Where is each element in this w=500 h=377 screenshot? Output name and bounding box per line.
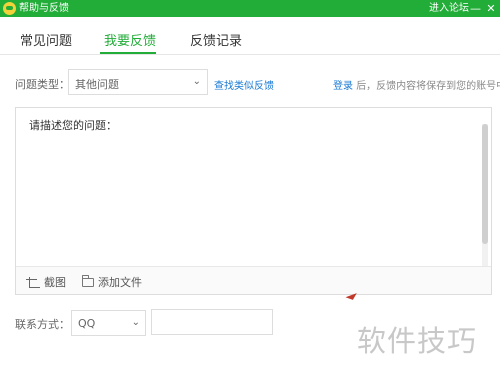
window-title: 帮助与反馈 (19, 3, 69, 14)
description-prompt: 请描述您的问题： (29, 119, 117, 132)
find-similar-link[interactable]: 查找类似反馈 (214, 77, 274, 92)
attachment-toolbar: 截图 添加文件 (16, 266, 491, 294)
contact-type-value: QQ (78, 317, 96, 330)
add-file-button[interactable]: 添加文件 (82, 274, 142, 290)
screenshot-button[interactable]: 截图 (26, 274, 66, 290)
contact-type-select[interactable]: QQ ⌄ (71, 310, 146, 336)
folder-icon (82, 275, 94, 287)
scrollbar-thumb[interactable] (482, 124, 488, 244)
active-tab-indicator (100, 52, 156, 54)
forum-link[interactable]: 进入论坛 (429, 1, 469, 16)
description-textarea[interactable]: 请描述您的问题： 截图 添加文件 (15, 107, 492, 295)
close-button[interactable]: ✕ (485, 1, 497, 16)
login-note: 登录 后，反馈内容将保存到您的账号中 (333, 77, 500, 92)
issue-type-select[interactable]: 其他问题 ⌄ (68, 69, 208, 95)
contact-input[interactable] (151, 309, 273, 335)
issue-type-label: 问题类型： (15, 78, 70, 91)
tab-bar: 常见问题 我要反馈 反馈记录 (0, 17, 500, 55)
minimize-button[interactable]: — (470, 1, 481, 16)
login-link[interactable]: 登录 (333, 81, 353, 92)
contact-label: 联系方式： (15, 318, 70, 331)
issue-type-value: 其他问题 (75, 78, 119, 91)
chevron-down-icon: ⌄ (192, 76, 201, 87)
tab-feedback[interactable]: 我要反馈 (104, 30, 156, 54)
chevron-down-icon: ⌄ (131, 317, 140, 328)
screenshot-label: 截图 (44, 276, 66, 289)
login-note-text: 后，反馈内容将保存到您的账号中 (356, 81, 500, 92)
crop-icon (26, 276, 40, 288)
title-bar: 帮助与反馈 进入论坛 — ✕ (0, 0, 500, 17)
tab-faq[interactable]: 常见问题 (20, 30, 72, 54)
add-file-label: 添加文件 (98, 276, 142, 289)
tab-history[interactable]: 反馈记录 (190, 30, 242, 54)
app-logo-icon (3, 2, 16, 15)
watermark: 软件技巧 (357, 324, 478, 358)
